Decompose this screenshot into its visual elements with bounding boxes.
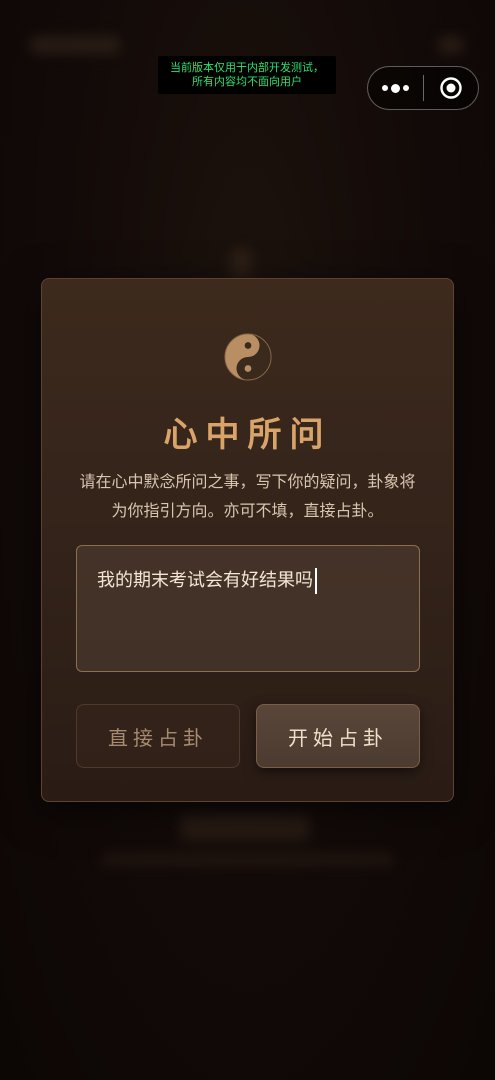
- close-miniprogram-button[interactable]: [423, 67, 478, 109]
- dev-notice-line2: 所有内容均不面向用户: [192, 75, 302, 88]
- question-input[interactable]: 我的期末考试会有好结果吗: [76, 545, 420, 672]
- question-input-value: 我的期末考试会有好结果吗: [97, 570, 313, 591]
- start-divination-button[interactable]: 开始占卦: [256, 704, 420, 768]
- question-dialog: 心中所问 请在心中默念所问之事，写下你的疑问，卦象将为你指引方向。亦可不填，直接…: [41, 278, 454, 802]
- more-dots-icon: [381, 83, 409, 93]
- more-button[interactable]: [368, 67, 423, 109]
- target-close-icon: [440, 77, 462, 99]
- dialog-description: 请在心中默念所问之事，写下你的疑问，卦象将为你指引方向。亦可不填，直接占卦。: [79, 472, 416, 520]
- taiji-icon: [224, 333, 272, 381]
- text-caret: [315, 568, 317, 594]
- dev-notice-line1: 当前版本仅用于内部开发测试，: [170, 61, 324, 74]
- screen: 当前版本仅用于内部开发测试， 所有内容均不面向用户 心中所问 请在心中默念所问之…: [0, 0, 495, 1080]
- start-divination-label: 开始占卦: [288, 725, 388, 750]
- direct-divination-button[interactable]: 直接占卦: [76, 704, 240, 768]
- dev-notice-banner: 当前版本仅用于内部开发测试， 所有内容均不面向用户: [158, 56, 336, 94]
- dialog-title: 心中所问: [163, 415, 332, 455]
- miniprogram-capsule: [367, 66, 479, 110]
- direct-divination-label: 直接占卦: [108, 725, 208, 750]
